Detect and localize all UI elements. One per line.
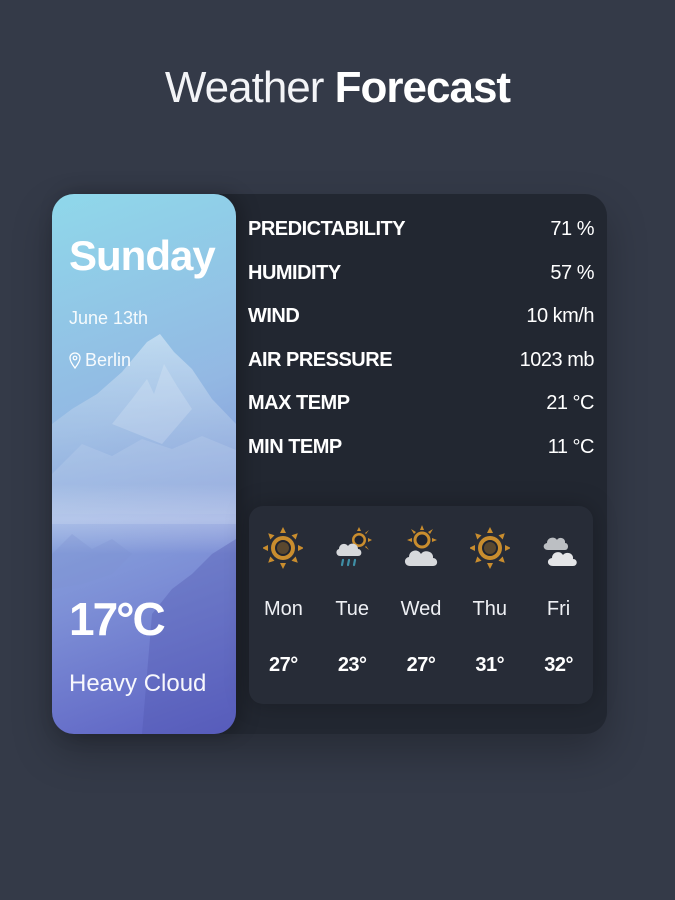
- current-condition: Heavy Cloud: [69, 670, 207, 697]
- stat-row-humidity: HUMIDITY 57 %: [248, 256, 594, 300]
- current-temperature: 17°C: [69, 593, 166, 645]
- current-weather-panel: Sunday June 13th Berlin 17°C Heavy Cloud: [52, 194, 236, 734]
- forecast-day-name: Mon: [263, 598, 303, 620]
- forecast-day-name: Tue: [335, 598, 370, 620]
- forecast-day-wed[interactable]: Wed 27°: [387, 506, 456, 704]
- stat-label: AIR PRESSURE: [248, 348, 393, 371]
- page-title: Weather Forecast: [0, 58, 675, 118]
- stat-value: 71 %: [550, 218, 594, 240]
- forecast-day-name: Wed: [400, 598, 442, 620]
- sun-icon: [469, 527, 510, 569]
- forecast-day-temp: 27°: [269, 654, 298, 676]
- stat-label: WIND: [248, 305, 300, 327]
- forecast-day-name: Thu: [472, 598, 508, 620]
- stat-label: MIN TEMP: [248, 435, 342, 458]
- forecast-day-mon[interactable]: Mon 27°: [249, 506, 318, 704]
- weather-card: Sunday June 13th Berlin 17°C Heavy Cloud…: [52, 194, 607, 734]
- stat-value: 11 °C: [547, 435, 595, 458]
- stat-value: 21 °C: [546, 392, 594, 414]
- stat-label: MAX TEMP: [248, 392, 350, 414]
- forecast-day-temp: 23°: [337, 654, 367, 676]
- forecast-day-name: Fri: [546, 598, 571, 620]
- forecast-day-tue[interactable]: Tue 23°: [318, 506, 387, 704]
- stat-value: 10 km/h: [526, 305, 594, 327]
- forecast-day-temp: 31°: [475, 654, 505, 676]
- forecast-day-temp: 27°: [406, 654, 436, 676]
- sun-icon: [263, 527, 304, 569]
- partly-cloudy-icon: [404, 525, 438, 566]
- forecast-day-thu[interactable]: Thu 31°: [455, 506, 524, 704]
- current-date: June 13th: [69, 308, 149, 328]
- stat-label: HUMIDITY: [248, 261, 341, 284]
- stat-row-air-pressure: AIR PRESSURE 1023 mb: [248, 343, 595, 387]
- weather-stats: PREDICTABILITY 71 % HUMIDITY 57 % WIND 1…: [248, 212, 595, 474]
- stat-value: 57 %: [550, 261, 594, 284]
- stat-value: 1023 mb: [519, 348, 595, 371]
- map-pin-icon: [69, 351, 81, 369]
- page-title-light: Weather: [164, 63, 324, 112]
- stat-row-max-temp: MAX TEMP 21 °C: [248, 386, 594, 430]
- page-title-bold: Forecast: [334, 63, 511, 112]
- forecast-day-fri[interactable]: Fri 32°: [524, 506, 593, 704]
- current-location: Berlin: [69, 350, 131, 371]
- stat-row-min-temp: MIN TEMP 11 °C: [248, 430, 595, 474]
- location-label: Berlin: [85, 350, 132, 370]
- cloudy-icon: [543, 537, 577, 566]
- stat-label: PREDICTABILITY: [248, 218, 406, 240]
- week-forecast: Mon 27° Tue 23° Wed 27° Thu 31° Fri 32°: [249, 506, 593, 704]
- rain-cloud-sun-icon: [336, 527, 373, 567]
- forecast-day-temp: 32°: [544, 654, 573, 676]
- stat-row-wind: WIND 10 km/h: [248, 299, 594, 343]
- stat-row-predictability: PREDICTABILITY 71 %: [248, 212, 594, 256]
- current-day: Sunday: [69, 232, 216, 279]
